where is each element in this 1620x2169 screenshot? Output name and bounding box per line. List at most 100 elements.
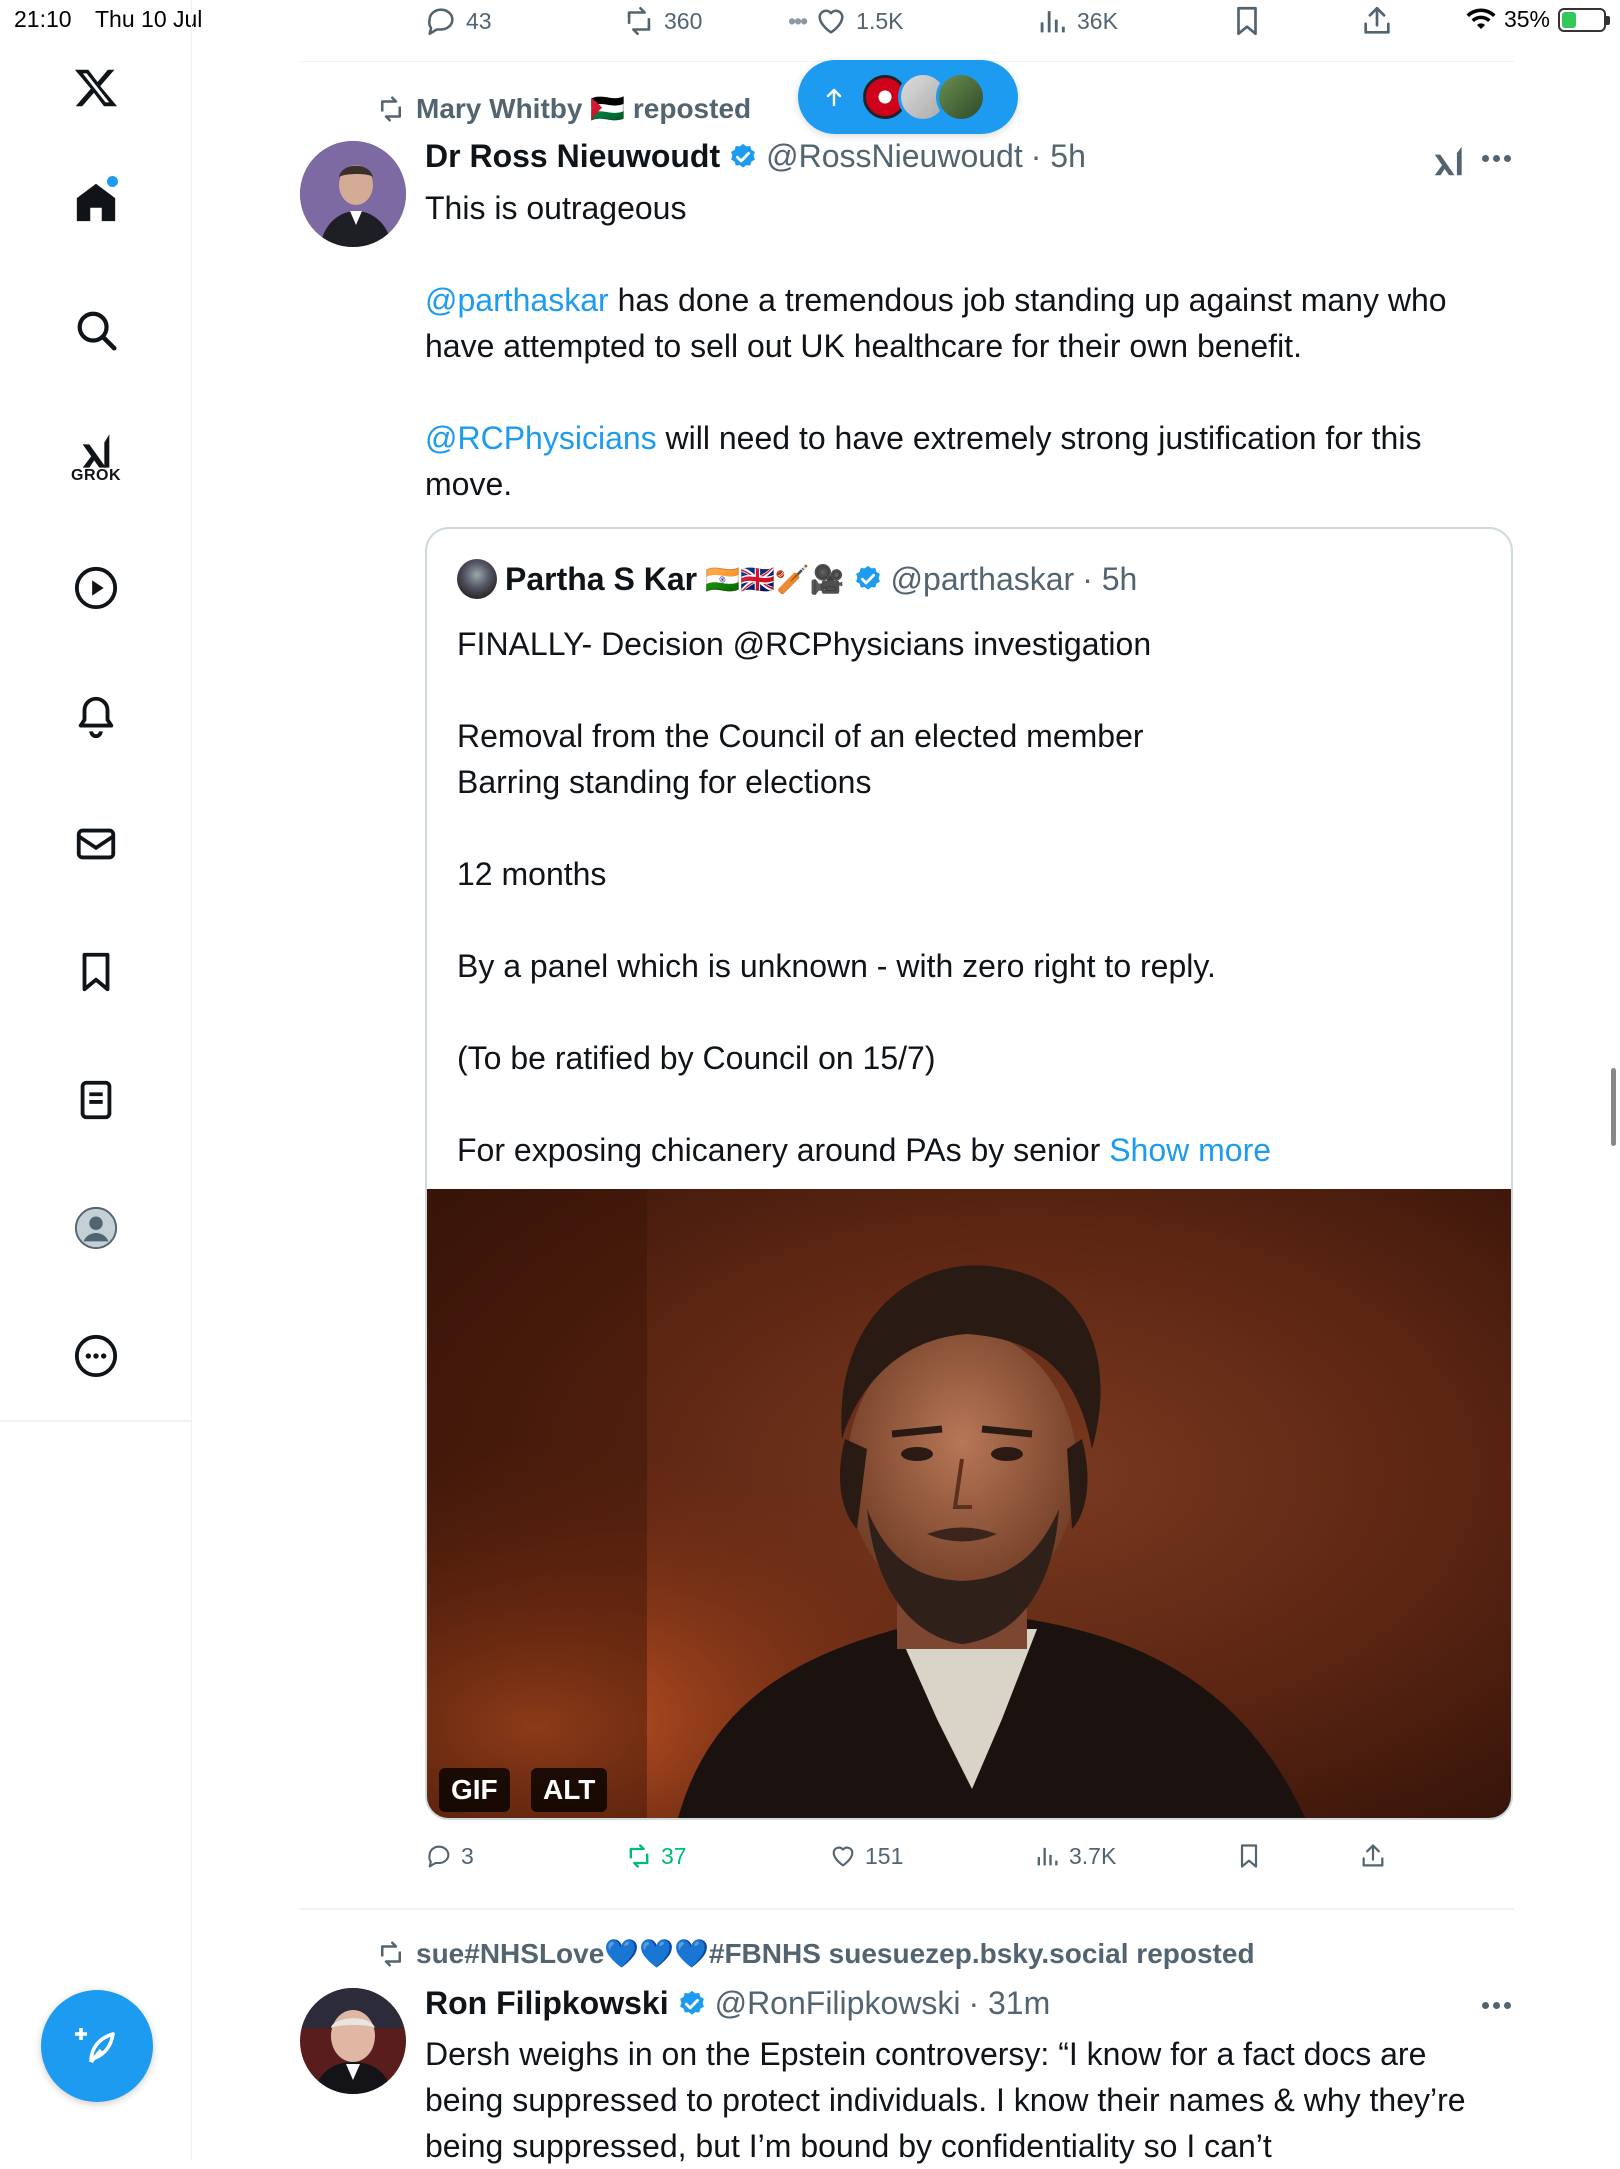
quoted-last-line: For exposing chicanery around PAs by sen… bbox=[457, 1132, 1110, 1168]
envelope-icon bbox=[76, 828, 116, 860]
gif-image bbox=[427, 1189, 1511, 1818]
tweet-text-paragraph: @parthaskar has done a tremendous job st… bbox=[425, 277, 1510, 369]
share-icon bbox=[1362, 1844, 1384, 1867]
tweet-more-icon[interactable] bbox=[1482, 155, 1516, 165]
grok-explain-icon[interactable] bbox=[1430, 142, 1468, 180]
repost-count: 360 bbox=[664, 7, 703, 34]
reply-action[interactable]: 3 bbox=[425, 1842, 474, 1870]
x-logo-icon bbox=[74, 69, 118, 107]
bookmark-action[interactable] bbox=[1230, 4, 1264, 38]
list-icon bbox=[80, 1080, 112, 1120]
mention-link[interactable]: @RCPhysicians bbox=[425, 420, 657, 456]
sidebar-item-home[interactable] bbox=[56, 162, 136, 242]
repost-action[interactable]: 37 bbox=[625, 1842, 687, 1870]
quoted-tweet-header: Partha S Kar 🇮🇳🇬🇧🏏🎥 @parthaskar · 5h bbox=[457, 559, 1137, 599]
quoted-line: FINALLY- Decision @RCPhysicians investig… bbox=[457, 626, 1152, 662]
quoted-gif[interactable]: GIF ALT bbox=[427, 1189, 1511, 1818]
views-icon bbox=[1040, 11, 1065, 33]
views-count: 3.7K bbox=[1069, 1842, 1117, 1869]
tweet-text-paragraph: @RCPhysicians will need to have extremel… bbox=[425, 415, 1510, 507]
sidebar-divider bbox=[0, 1420, 192, 1422]
reposted-by[interactable]: Mary Whitby 🇵🇸 reposted bbox=[376, 92, 751, 125]
heart-icon bbox=[818, 9, 844, 34]
tweet-text: Dersh weighs in on the Epstein controver… bbox=[425, 2031, 1510, 2169]
scrollbar[interactable] bbox=[1611, 1068, 1616, 1146]
share-action[interactable] bbox=[1359, 1842, 1387, 1870]
share-action[interactable] bbox=[1360, 4, 1394, 38]
tweet-header: Ron Filipkowski @RonFilipkowski · 31m bbox=[425, 1985, 1050, 2022]
quoted-line: Barring standing for elections bbox=[457, 764, 872, 800]
new-posts-pill[interactable] bbox=[798, 60, 1018, 134]
bookmark-icon bbox=[1237, 6, 1257, 36]
tweet-more-icon[interactable] bbox=[1482, 2002, 1516, 2012]
reply-icon bbox=[428, 8, 454, 36]
sidebar-item-notifications[interactable] bbox=[56, 676, 136, 756]
quoted-tweet[interactable]: Partha S Kar 🇮🇳🇬🇧🏏🎥 @parthaskar · 5h FIN… bbox=[425, 527, 1513, 1820]
sidebar-item-more[interactable] bbox=[56, 1316, 136, 1396]
views-action[interactable]: 36K bbox=[1035, 4, 1118, 38]
sidebar-item-messages[interactable] bbox=[56, 804, 136, 884]
tweet-time[interactable]: · 31m bbox=[968, 1985, 1050, 2022]
author-handle[interactable]: @RonFilipkowski bbox=[715, 1985, 961, 2022]
quoted-line: Removal from the Council of an elected m… bbox=[457, 718, 1144, 754]
mention-link[interactable]: @parthaskar bbox=[425, 282, 609, 318]
new-post-avatar bbox=[936, 72, 986, 122]
reposted-by-label: Mary Whitby 🇵🇸 reposted bbox=[416, 93, 752, 124]
views-action[interactable]: 3.7K bbox=[1033, 1842, 1116, 1870]
like-count: 151 bbox=[865, 1842, 904, 1869]
x-logo[interactable] bbox=[56, 48, 136, 128]
quoted-author-name[interactable]: Partha S Kar bbox=[505, 561, 697, 598]
tweet-header: Dr Ross Nieuwoudt @RossNieuwoudt · 5h bbox=[425, 138, 1086, 175]
author-avatar-image bbox=[300, 141, 406, 247]
repost-icon bbox=[629, 1844, 649, 1868]
sidebar-item-profile[interactable] bbox=[56, 1188, 136, 1268]
tweet-actions: 3 37 151 3.7K bbox=[425, 1842, 1513, 1878]
grok-icon bbox=[82, 434, 110, 468]
reposted-by[interactable]: sue#NHSLove💙💙💙#FBNHS suesuezep.bsky.soci… bbox=[376, 1937, 1255, 1970]
gif-badge: GIF bbox=[439, 1768, 510, 1812]
previous-tweet-actions: 43 360 ••• 1.5K 36K bbox=[300, 0, 1514, 62]
quoted-tweet-time[interactable]: · 5h bbox=[1082, 561, 1137, 598]
bookmark-action[interactable] bbox=[1235, 1842, 1263, 1870]
views-icon bbox=[1037, 1847, 1058, 1866]
author-name[interactable]: Dr Ross Nieuwoudt bbox=[425, 138, 720, 175]
author-name[interactable]: Ron Filipkowski bbox=[425, 1985, 669, 2022]
repost-icon bbox=[381, 1941, 401, 1966]
sidebar-item-lists[interactable] bbox=[56, 1060, 136, 1140]
quoted-tweet-text: FINALLY- Decision @RCPhysicians investig… bbox=[457, 621, 1487, 1173]
reply-action[interactable]: 43 bbox=[424, 4, 492, 38]
quoted-line: 12 months bbox=[457, 856, 607, 892]
compose-button[interactable] bbox=[41, 1990, 153, 2102]
author-avatar[interactable] bbox=[300, 141, 406, 247]
quoted-line: For exposing chicanery around PAs by sen… bbox=[457, 1127, 1487, 1173]
alt-badge[interactable]: ALT bbox=[531, 1768, 608, 1812]
tweet-time[interactable]: · 5h bbox=[1031, 138, 1086, 175]
show-more-link[interactable]: Show more bbox=[1109, 1132, 1271, 1168]
like-action[interactable]: ••• 1.5K bbox=[788, 4, 904, 38]
author-handle[interactable]: @RossNieuwoudt bbox=[766, 138, 1023, 175]
grok-label: GROK bbox=[71, 467, 121, 484]
sidebar-item-bookmarks[interactable] bbox=[56, 932, 136, 1012]
tweet-text-line: This is outrageous bbox=[425, 190, 687, 226]
sidebar-item-video[interactable] bbox=[56, 548, 136, 628]
sidebar-item-grok[interactable]: GROK bbox=[56, 418, 136, 498]
battery-icon bbox=[1558, 7, 1610, 32]
overlap-dots-icon: ••• bbox=[788, 7, 808, 34]
quoted-author-emojis: 🇮🇳🇬🇧🏏🎥 bbox=[705, 563, 845, 595]
quoted-author-handle[interactable]: @parthaskar bbox=[891, 561, 1075, 598]
profile-avatar-icon bbox=[74, 1206, 118, 1250]
author-avatar[interactable] bbox=[300, 1988, 406, 2094]
like-action[interactable]: 151 bbox=[829, 1842, 903, 1870]
heart-icon bbox=[832, 1846, 854, 1867]
reply-count: 43 bbox=[466, 7, 492, 34]
like-count: 1.5K bbox=[856, 7, 904, 34]
timeline: 43 360 ••• 1.5K 36K Mary Whitby 🇵🇸 repos… bbox=[300, 0, 1516, 2164]
sidebar-item-explore[interactable] bbox=[56, 290, 136, 370]
repost-action[interactable]: 360 bbox=[622, 4, 702, 38]
search-icon bbox=[77, 311, 117, 351]
quoted-author-avatar[interactable] bbox=[457, 559, 497, 599]
reply-count: 3 bbox=[461, 1842, 474, 1869]
more-circle-icon bbox=[74, 1334, 118, 1378]
share-icon bbox=[1364, 6, 1390, 34]
bell-icon bbox=[78, 696, 114, 738]
